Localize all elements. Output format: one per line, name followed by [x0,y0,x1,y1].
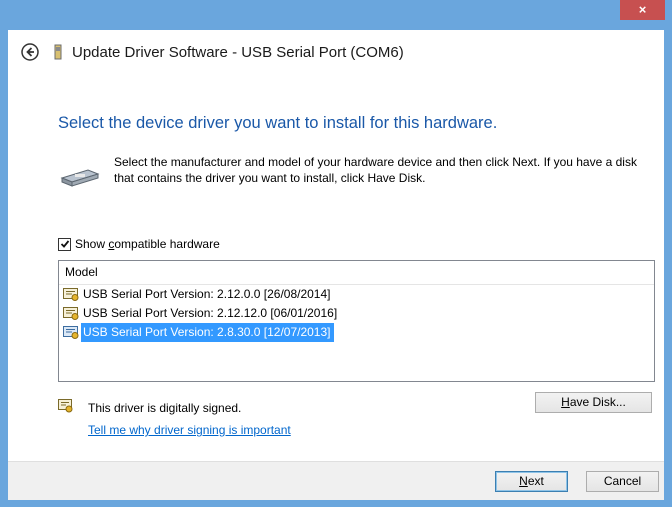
show-compatible-checkbox[interactable] [58,237,71,251]
show-compatible-label: Show compatible hardware [75,237,220,251]
next-button[interactable]: Next [495,471,568,492]
usb-device-icon [54,43,64,61]
model-column-header[interactable]: Model [59,261,654,285]
instructions-text: Select the manufacturer and model of you… [114,155,637,185]
title-bar: Update Driver Software - USB Serial Port… [8,30,664,74]
signed-text: This driver is digitally signed. [88,400,242,415]
wizard-content: Select the device driver you want to ins… [8,74,664,461]
back-button[interactable] [20,42,40,62]
list-item[interactable]: USB Serial Port Version: 2.12.12.0 [06/0… [59,304,654,323]
model-list[interactable]: Model USB Serial Port Version: 2.12.0.0 … [58,260,655,382]
cancel-button[interactable]: Cancel [586,471,659,492]
have-disk-button[interactable]: Have Disk... [535,392,652,413]
signature-status: This driver is digitally signed. [58,399,241,416]
signed-driver-icon [63,325,81,340]
driver-signing-link[interactable]: Tell me why driver signing is important [88,423,291,437]
list-item[interactable]: USB Serial Port Version: 2.12.0.0 [26/08… [59,285,654,304]
wizard-footer: Next Cancel [8,461,664,500]
show-compatible-row[interactable]: Show compatible hardware [58,237,220,251]
signed-driver-icon [63,287,81,302]
back-arrow-icon [21,43,39,61]
checkmark-icon [60,240,69,248]
list-item-selected[interactable]: USB Serial Port Version: 2.8.30.0 [12/07… [59,323,654,342]
signed-driver-icon [63,306,81,321]
hardware-icon [58,162,102,192]
certificate-icon [58,399,74,416]
page-heading: Select the device driver you want to ins… [58,114,498,132]
window-frame: × Update Driver Software - USB Serial Po… [0,0,672,507]
window-title: Update Driver Software - USB Serial Port… [72,43,404,61]
close-button[interactable]: × [620,0,665,20]
